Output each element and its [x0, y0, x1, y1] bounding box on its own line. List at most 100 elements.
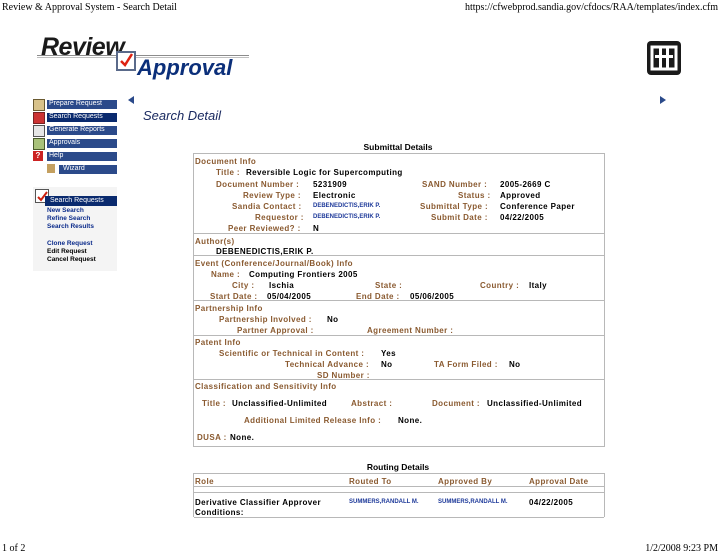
- report-icon: [33, 125, 45, 137]
- requestor-link[interactable]: DEBENEDICTIS,ERIK P.: [313, 214, 380, 220]
- print-footer-page: 1 of 2: [2, 543, 26, 554]
- routing-role-value: Derivative Classifier Approver: [195, 498, 321, 507]
- logo-word-approval: Approval: [137, 55, 233, 80]
- submit-date-label: Submit Date :: [431, 213, 488, 222]
- sandia-contact-label: Sandia Contact :: [232, 202, 302, 211]
- submit-date-value: 04/22/2005: [500, 213, 545, 222]
- submittal-heading: Submittal Details: [363, 142, 433, 152]
- class-document-label: Document :: [432, 399, 480, 408]
- corner-icon: [660, 96, 666, 104]
- search-results-link[interactable]: Search Results: [47, 223, 94, 230]
- partnership-involved-label: Partnership Involved :: [219, 315, 312, 324]
- page-title: Search Detail: [143, 108, 222, 123]
- cancel-request-link[interactable]: Cancel Request: [47, 256, 96, 263]
- city-value: Ischia: [269, 281, 295, 290]
- sandia-contact-link[interactable]: DEBENEDICTIS,ERIK P.: [313, 203, 380, 209]
- abstract-label: Abstract :: [351, 399, 393, 408]
- submittal-type-label: Submittal Type :: [420, 202, 489, 211]
- sidebar-item-label: Approvals: [49, 139, 81, 146]
- end-date-value: 05/06/2005: [410, 292, 455, 301]
- sidebar-item-wizard[interactable]: Wizard: [47, 163, 117, 175]
- sci-tech-content-value: Yes: [381, 349, 396, 358]
- print-header-title: Review & Approval System - Search Detail: [2, 2, 177, 13]
- print-footer-datetime: 1/2/2008 9:23 PM: [645, 543, 718, 554]
- sand-number-value: 2005-2669 C: [500, 180, 551, 189]
- doc-number-label: Document Number :: [216, 180, 300, 189]
- search-doc-icon: [33, 112, 45, 124]
- dusa-value: None.: [230, 433, 255, 442]
- sidebar-item-label: Generate Reports: [49, 126, 105, 133]
- panel-title: Search Requests: [50, 197, 104, 204]
- ta-form-filed-value: No: [509, 360, 521, 369]
- section-patent: Patent Info: [195, 338, 241, 347]
- status-label: Status :: [458, 191, 491, 200]
- class-title-value: Unclassified-Unlimited: [232, 399, 328, 408]
- logo-word-review: Review: [41, 33, 125, 61]
- approval-date-value: 04/22/2005: [529, 498, 574, 507]
- city-label: City :: [232, 281, 255, 290]
- sidebar-item-approvals[interactable]: Approvals: [33, 137, 117, 150]
- country-label: Country :: [480, 281, 520, 290]
- title-value: Reversible Logic for Supercomputing: [246, 168, 403, 177]
- search-requests-panel: Search Requests New Search Refine Search…: [33, 187, 117, 271]
- clone-request-link[interactable]: Clone Request: [47, 240, 93, 247]
- start-date-label: Start Date :: [210, 292, 258, 301]
- technical-advance-label: Technical Advance :: [285, 360, 370, 369]
- help-icon: ?: [33, 151, 43, 161]
- submittal-type-value: Conference Paper: [500, 202, 575, 211]
- col-role: Role: [195, 477, 214, 486]
- section-event: Event (Conference/Journal/Book) Info: [195, 259, 353, 268]
- refine-search-link[interactable]: Refine Search: [47, 215, 90, 222]
- print-header-url: https://cfwebprod.sandia.gov/cfdocs/RAA/…: [465, 2, 718, 13]
- section-document-info: Document Info: [195, 157, 257, 166]
- section-partnership: Partnership Info: [195, 304, 263, 313]
- sidebar-item-label: Help: [49, 152, 64, 159]
- checkbox-icon: [116, 51, 136, 71]
- col-approved-by: Approved By: [438, 477, 493, 486]
- doc-number-value: 5231909: [313, 180, 347, 189]
- approvals-icon: [33, 138, 45, 150]
- section-authors: Author(s): [195, 237, 235, 246]
- review-approval-logo: Review Approval: [37, 33, 249, 83]
- sidebar-item-help[interactable]: ? Help: [33, 150, 117, 162]
- col-approval-date: Approval Date: [529, 477, 589, 486]
- sidebar-item-generate-reports[interactable]: Generate Reports: [33, 124, 117, 137]
- country-value: Italy: [529, 281, 548, 290]
- requestor-label: Requestor :: [255, 213, 304, 222]
- sci-tech-content-label: Scientific or Technical in Content :: [219, 349, 365, 358]
- peer-reviewed-value: N: [313, 224, 320, 233]
- edit-request-link[interactable]: Edit Request: [47, 248, 87, 255]
- event-name-label: Name :: [211, 270, 241, 279]
- class-document-value: Unclassified-Unlimited: [487, 399, 583, 408]
- sidebar-item-label: Prepare Request: [49, 100, 102, 107]
- technical-advance-value: No: [381, 360, 393, 369]
- peer-reviewed-label: Peer Reviewed? :: [228, 224, 301, 233]
- review-type-value: Electronic: [313, 191, 356, 200]
- col-routed-to: Routed To: [349, 477, 392, 486]
- agreement-number-label: Agreement Number :: [367, 326, 454, 335]
- routing-heading: Routing Details: [366, 462, 430, 472]
- sd-number-label: SD Number :: [317, 371, 370, 380]
- title-label: Title :: [216, 168, 240, 177]
- additional-release-value: None.: [398, 416, 423, 425]
- ta-form-filed-label: TA Form Filed :: [434, 360, 498, 369]
- class-title-label: Title :: [202, 399, 226, 408]
- end-date-label: End Date :: [356, 292, 400, 301]
- partnership-involved-value: No: [327, 315, 339, 324]
- routed-to-link[interactable]: SUMMERS,RANDALL M.: [349, 499, 419, 505]
- conditions-label: Conditions:: [195, 508, 244, 517]
- state-label: State :: [375, 281, 403, 290]
- sidebar-item-prepare-request[interactable]: Prepare Request: [33, 98, 117, 111]
- review-type-label: Review Type :: [243, 191, 301, 200]
- corner-icon: [128, 96, 134, 104]
- section-classification: Classification and Sensitivity Info: [195, 382, 337, 391]
- dusa-label: DUSA :: [197, 433, 227, 442]
- partner-approval-label: Partner Approval :: [237, 326, 314, 335]
- new-search-link[interactable]: New Search: [47, 207, 84, 214]
- pencil-icon: [33, 99, 45, 111]
- sidebar-item-search-requests[interactable]: Search Requests: [33, 111, 117, 124]
- event-name-value: Computing Frontiers 2005: [249, 270, 358, 279]
- approved-by-link[interactable]: SUMMERS,RANDALL M.: [438, 499, 508, 505]
- sandia-logo-icon: [647, 41, 681, 75]
- status-value: Approved: [500, 191, 541, 200]
